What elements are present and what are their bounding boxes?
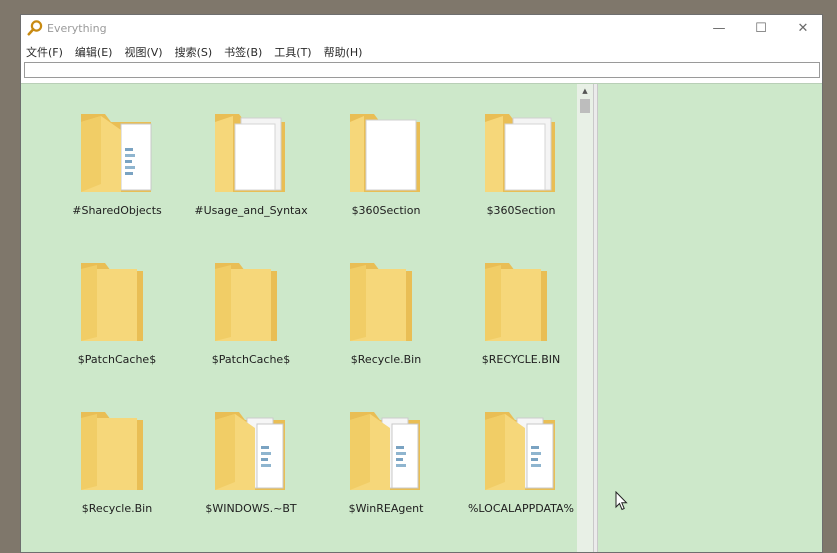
item-name: $WinREAgent — [348, 502, 424, 515]
folder-with-files-icon — [350, 412, 420, 490]
folder-with-files-icon — [485, 412, 555, 490]
menu-search[interactable]: 搜索(S) — [175, 44, 213, 60]
everything-window: Everything — ☐ ✕ 文件(F) 编辑(E) 视图(V) 搜索(S)… — [20, 14, 823, 553]
item-name: $PatchCache$ — [211, 353, 291, 366]
item-name: $RECYCLE.BIN — [481, 353, 561, 366]
mouse-pointer-icon — [615, 491, 628, 511]
item-name: %LOCALAPPDATA% — [467, 502, 574, 515]
results-pane: #SharedObjects #Usage_and_Syntax $360Sec… — [21, 83, 822, 552]
folder-icon — [81, 263, 143, 341]
item-name: $360Section — [351, 204, 421, 217]
menu-help[interactable]: 帮助(H) — [324, 44, 363, 60]
window-title: Everything — [47, 22, 107, 35]
folder-with-document-icon — [350, 114, 420, 192]
list-item[interactable]: #Usage_and_Syntax — [191, 84, 311, 224]
folder-with-documents-icon — [215, 114, 285, 192]
close-button[interactable]: ✕ — [782, 15, 822, 42]
item-name: $WINDOWS.~BT — [205, 502, 297, 515]
list-item[interactable]: $PatchCache$ — [191, 233, 311, 373]
folder-with-files-icon — [81, 114, 152, 192]
item-name: $PatchCache$ — [77, 353, 157, 366]
folder-icon — [215, 263, 277, 341]
item-name: $Recycle.Bin — [81, 502, 153, 515]
search-input[interactable] — [24, 62, 820, 78]
list-item[interactable]: $360Section — [461, 84, 581, 224]
list-item[interactable]: $WINDOWS.~BT — [191, 382, 311, 522]
folder-icon — [485, 263, 547, 341]
list-item[interactable]: $WinREAgent — [326, 382, 446, 522]
maximize-button[interactable]: ☐ — [740, 15, 782, 42]
folder-with-documents-icon — [485, 114, 555, 192]
folder-icon — [350, 263, 412, 341]
list-item[interactable]: $Recycle.Bin — [57, 382, 177, 522]
list-item[interactable]: $360Section — [326, 84, 446, 224]
title-bar[interactable]: Everything — ☐ ✕ — [21, 15, 822, 42]
list-item[interactable]: $Recycle.Bin — [326, 233, 446, 373]
search-bar — [21, 61, 822, 81]
menu-bar: 文件(F) 编辑(E) 视图(V) 搜索(S) 书签(B) 工具(T) 帮助(H… — [21, 42, 822, 61]
folder-with-files-icon — [215, 412, 285, 490]
menu-view[interactable]: 视图(V) — [124, 44, 162, 60]
menu-file[interactable]: 文件(F) — [26, 44, 63, 60]
list-item[interactable]: $RECYCLE.BIN — [461, 233, 581, 373]
vertical-scrollbar[interactable]: ▲ — [577, 84, 593, 552]
menu-bookmarks[interactable]: 书签(B) — [224, 44, 262, 60]
magnifier-app-icon — [27, 20, 43, 36]
scroll-thumb[interactable] — [580, 99, 590, 113]
menu-tools[interactable]: 工具(T) — [274, 44, 311, 60]
item-name: #SharedObjects — [72, 204, 162, 217]
item-name: $Recycle.Bin — [350, 353, 422, 366]
scroll-up-button[interactable]: ▲ — [577, 84, 593, 98]
list-item[interactable]: %LOCALAPPDATA% — [461, 382, 581, 522]
menu-edit[interactable]: 编辑(E) — [75, 44, 113, 60]
list-item[interactable]: #SharedObjects — [57, 84, 177, 224]
list-item[interactable]: $PatchCache$ — [57, 233, 177, 373]
preview-pane — [598, 84, 822, 552]
thumbnail-grid: #SharedObjects #Usage_and_Syntax $360Sec… — [21, 84, 576, 552]
folder-icon — [81, 412, 143, 490]
minimize-button[interactable]: — — [698, 15, 740, 42]
item-name: #Usage_and_Syntax — [194, 204, 308, 217]
item-name: $360Section — [486, 204, 556, 217]
